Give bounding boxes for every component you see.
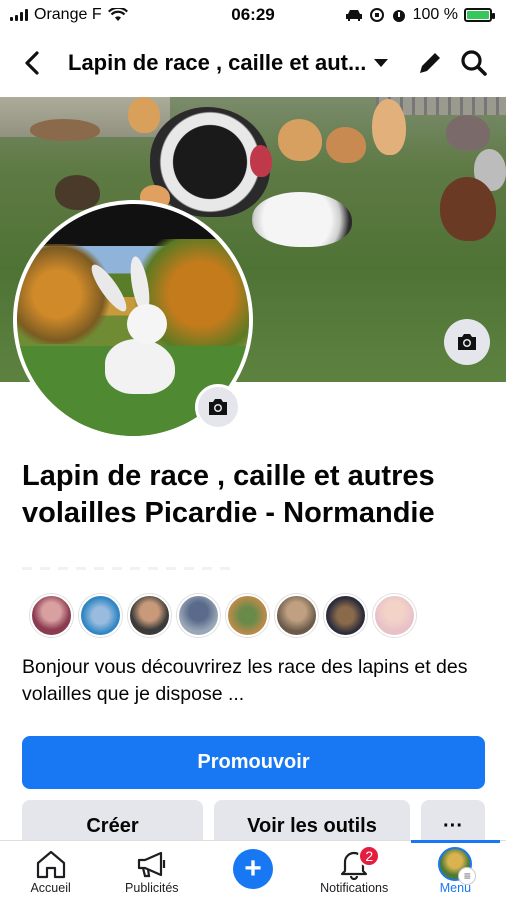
promote-button[interactable]: Promouvoir (22, 736, 485, 789)
cover-camera-button[interactable] (444, 319, 490, 365)
page-description: Bonjour vous découvrirez les race des la… (22, 656, 468, 705)
menu-avatar-icon (438, 847, 477, 885)
battery-icon (464, 8, 495, 22)
faint-divider (22, 560, 262, 574)
hen-shape (278, 119, 322, 161)
clock: 06:29 (231, 5, 275, 24)
battery-percent: 100 % (412, 6, 458, 23)
status-left: Orange F (10, 6, 128, 24)
hen-shape (128, 97, 160, 133)
hen-shape (446, 115, 490, 151)
carrier-label: Orange F (34, 6, 102, 23)
status-bar: Orange F 06:29 100 % (0, 0, 506, 30)
hen-shape (372, 99, 406, 155)
tab-notifications[interactable]: 2 Notifications (304, 841, 405, 900)
bottom-tab-bar: Accueil Publicités + 2 Notifications Men… (0, 840, 506, 900)
back-arrow-icon (25, 51, 39, 75)
tab-ads[interactable]: Publicités (101, 841, 202, 900)
follower-avatar[interactable] (324, 594, 367, 637)
follower-avatar[interactable] (30, 594, 73, 637)
caret-down-icon[interactable] (374, 59, 389, 67)
orientation-lock-icon (369, 8, 384, 22)
pencil-icon (420, 53, 440, 73)
follower-avatar[interactable] (177, 594, 220, 637)
page-header: Lapin de race , caille et aut... (0, 38, 506, 88)
tab-create[interactable]: + (202, 841, 303, 900)
camera-icon (209, 399, 227, 415)
follower-avatar[interactable] (79, 594, 122, 637)
camera-icon (458, 334, 476, 350)
tab-home[interactable]: Accueil (0, 841, 101, 900)
hen-shape (55, 175, 100, 210)
edit-button[interactable] (412, 45, 448, 81)
plus-icon: + (233, 849, 273, 889)
profile-camera-button[interactable] (195, 384, 241, 430)
wifi-icon (107, 8, 128, 21)
alarm-icon (392, 10, 405, 22)
back-button[interactable] (14, 45, 50, 81)
tab-menu[interactable]: Menu (405, 840, 506, 900)
car-icon (345, 10, 362, 21)
hen-shape (440, 177, 496, 241)
tab-notifications-label: Notifications (320, 881, 389, 895)
follower-avatar[interactable] (373, 594, 416, 637)
tab-home-label: Accueil (30, 881, 71, 895)
hen-shape (326, 127, 366, 163)
megaphone-icon (137, 851, 165, 878)
header-title[interactable]: Lapin de race , caille et aut... (68, 50, 366, 76)
tab-ads-label: Publicités (125, 881, 179, 895)
search-button[interactable] (456, 45, 492, 81)
follower-avatar[interactable] (226, 594, 269, 637)
hen-shape (30, 119, 100, 141)
notifications-badge: 2 (358, 845, 381, 867)
page-title: Lapin de race , caille et autres volaill… (22, 460, 435, 529)
follower-avatars[interactable] (30, 594, 416, 637)
search-icon (461, 50, 487, 76)
turkey-wattle-shape (250, 145, 272, 177)
turkey-shape (252, 192, 352, 247)
follower-avatar[interactable] (128, 594, 171, 637)
signal-icon (10, 9, 28, 21)
home-icon (36, 850, 65, 879)
status-right: 100 % (345, 6, 495, 24)
follower-avatar[interactable] (275, 594, 318, 637)
